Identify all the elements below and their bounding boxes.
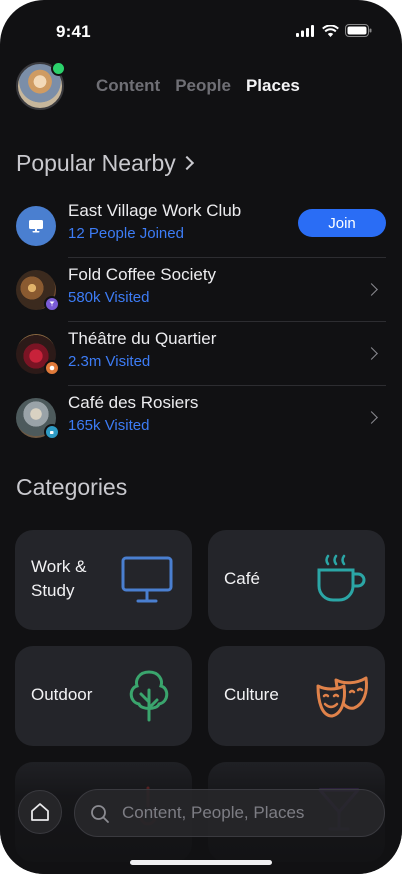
home-indicator <box>130 860 272 865</box>
category-badge <box>44 296 60 312</box>
tab-content[interactable]: Content <box>96 76 160 96</box>
top-tabs: Content People Places <box>96 76 300 96</box>
profile-avatar-button[interactable] <box>16 61 66 110</box>
cocktail-icon <box>49 301 55 307</box>
status-time: 9:41 <box>56 22 91 41</box>
tab-places[interactable]: Places <box>246 76 300 96</box>
category-card-culture[interactable]: Culture <box>208 646 385 746</box>
place-stat: 165k Visited <box>68 417 150 434</box>
chevron-right-icon <box>365 347 378 360</box>
home-button[interactable] <box>18 790 62 834</box>
monitor-icon <box>121 556 173 603</box>
home-icon <box>31 803 49 821</box>
chevron-right-icon <box>365 411 378 424</box>
category-badge <box>44 360 60 376</box>
battery-icon <box>345 24 372 37</box>
cellular-signal-icon <box>296 24 314 37</box>
place-name: Théâtre du Quartier <box>68 329 217 348</box>
place-name: East Village Work Club <box>68 201 242 220</box>
category-card-work-study[interactable]: Work & Study <box>15 530 192 630</box>
chevron-right-icon <box>365 283 378 296</box>
online-status-dot <box>51 61 66 76</box>
status-bar: 9:41 <box>0 0 402 54</box>
status-icons <box>296 24 372 37</box>
place-thumbnail <box>16 206 56 246</box>
list-item[interactable]: Théâtre du Quartier 2.3m Visited <box>16 322 386 386</box>
category-label: Outdoor <box>31 685 93 704</box>
search-bar[interactable] <box>74 789 385 837</box>
coffee-cup-icon <box>317 554 366 602</box>
monitor-icon <box>29 220 43 233</box>
popular-nearby-heading[interactable]: Popular Nearby <box>16 150 194 177</box>
join-button[interactable]: Join <box>298 209 386 237</box>
category-label: Café <box>224 569 260 588</box>
category-card-cafe[interactable]: Café <box>208 530 385 630</box>
category-card-outdoor[interactable]: Outdoor <box>15 646 192 746</box>
category-label: Culture <box>224 685 279 704</box>
list-item[interactable]: Café des Rosiers 165k Visited <box>16 386 386 450</box>
list-item[interactable]: Fold Coffee Society 580k Visited <box>16 258 386 322</box>
theater-masks-icon <box>316 676 368 718</box>
coffee-cup-icon <box>50 431 54 434</box>
search-icon <box>91 805 109 823</box>
tree-icon <box>129 670 169 722</box>
list-item[interactable]: East Village Work Club 12 People Joined … <box>16 194 386 258</box>
place-name: Fold Coffee Society <box>68 265 217 284</box>
popular-nearby-title: Popular Nearby <box>16 150 176 176</box>
tab-people[interactable]: People <box>175 76 231 96</box>
category-badge <box>44 424 60 440</box>
search-input[interactable] <box>120 802 374 824</box>
wifi-icon <box>322 24 339 37</box>
category-label-line2: Study <box>31 581 75 600</box>
categories-heading: Categories <box>16 474 128 500</box>
phone-screen: 9:41 Content People Places Popular Nearb… <box>0 0 402 874</box>
place-stat: 2.3m Visited <box>68 353 151 370</box>
chevron-right-icon <box>179 155 194 171</box>
theater-masks-icon <box>49 365 55 371</box>
category-label: Work & Study <box>31 555 86 603</box>
place-stat: 580k Visited <box>68 289 150 306</box>
place-stat: 12 People Joined <box>68 225 184 242</box>
place-name: Café des Rosiers <box>68 393 199 412</box>
category-label-line1: Work & <box>31 557 87 576</box>
bottom-bar <box>0 780 402 848</box>
